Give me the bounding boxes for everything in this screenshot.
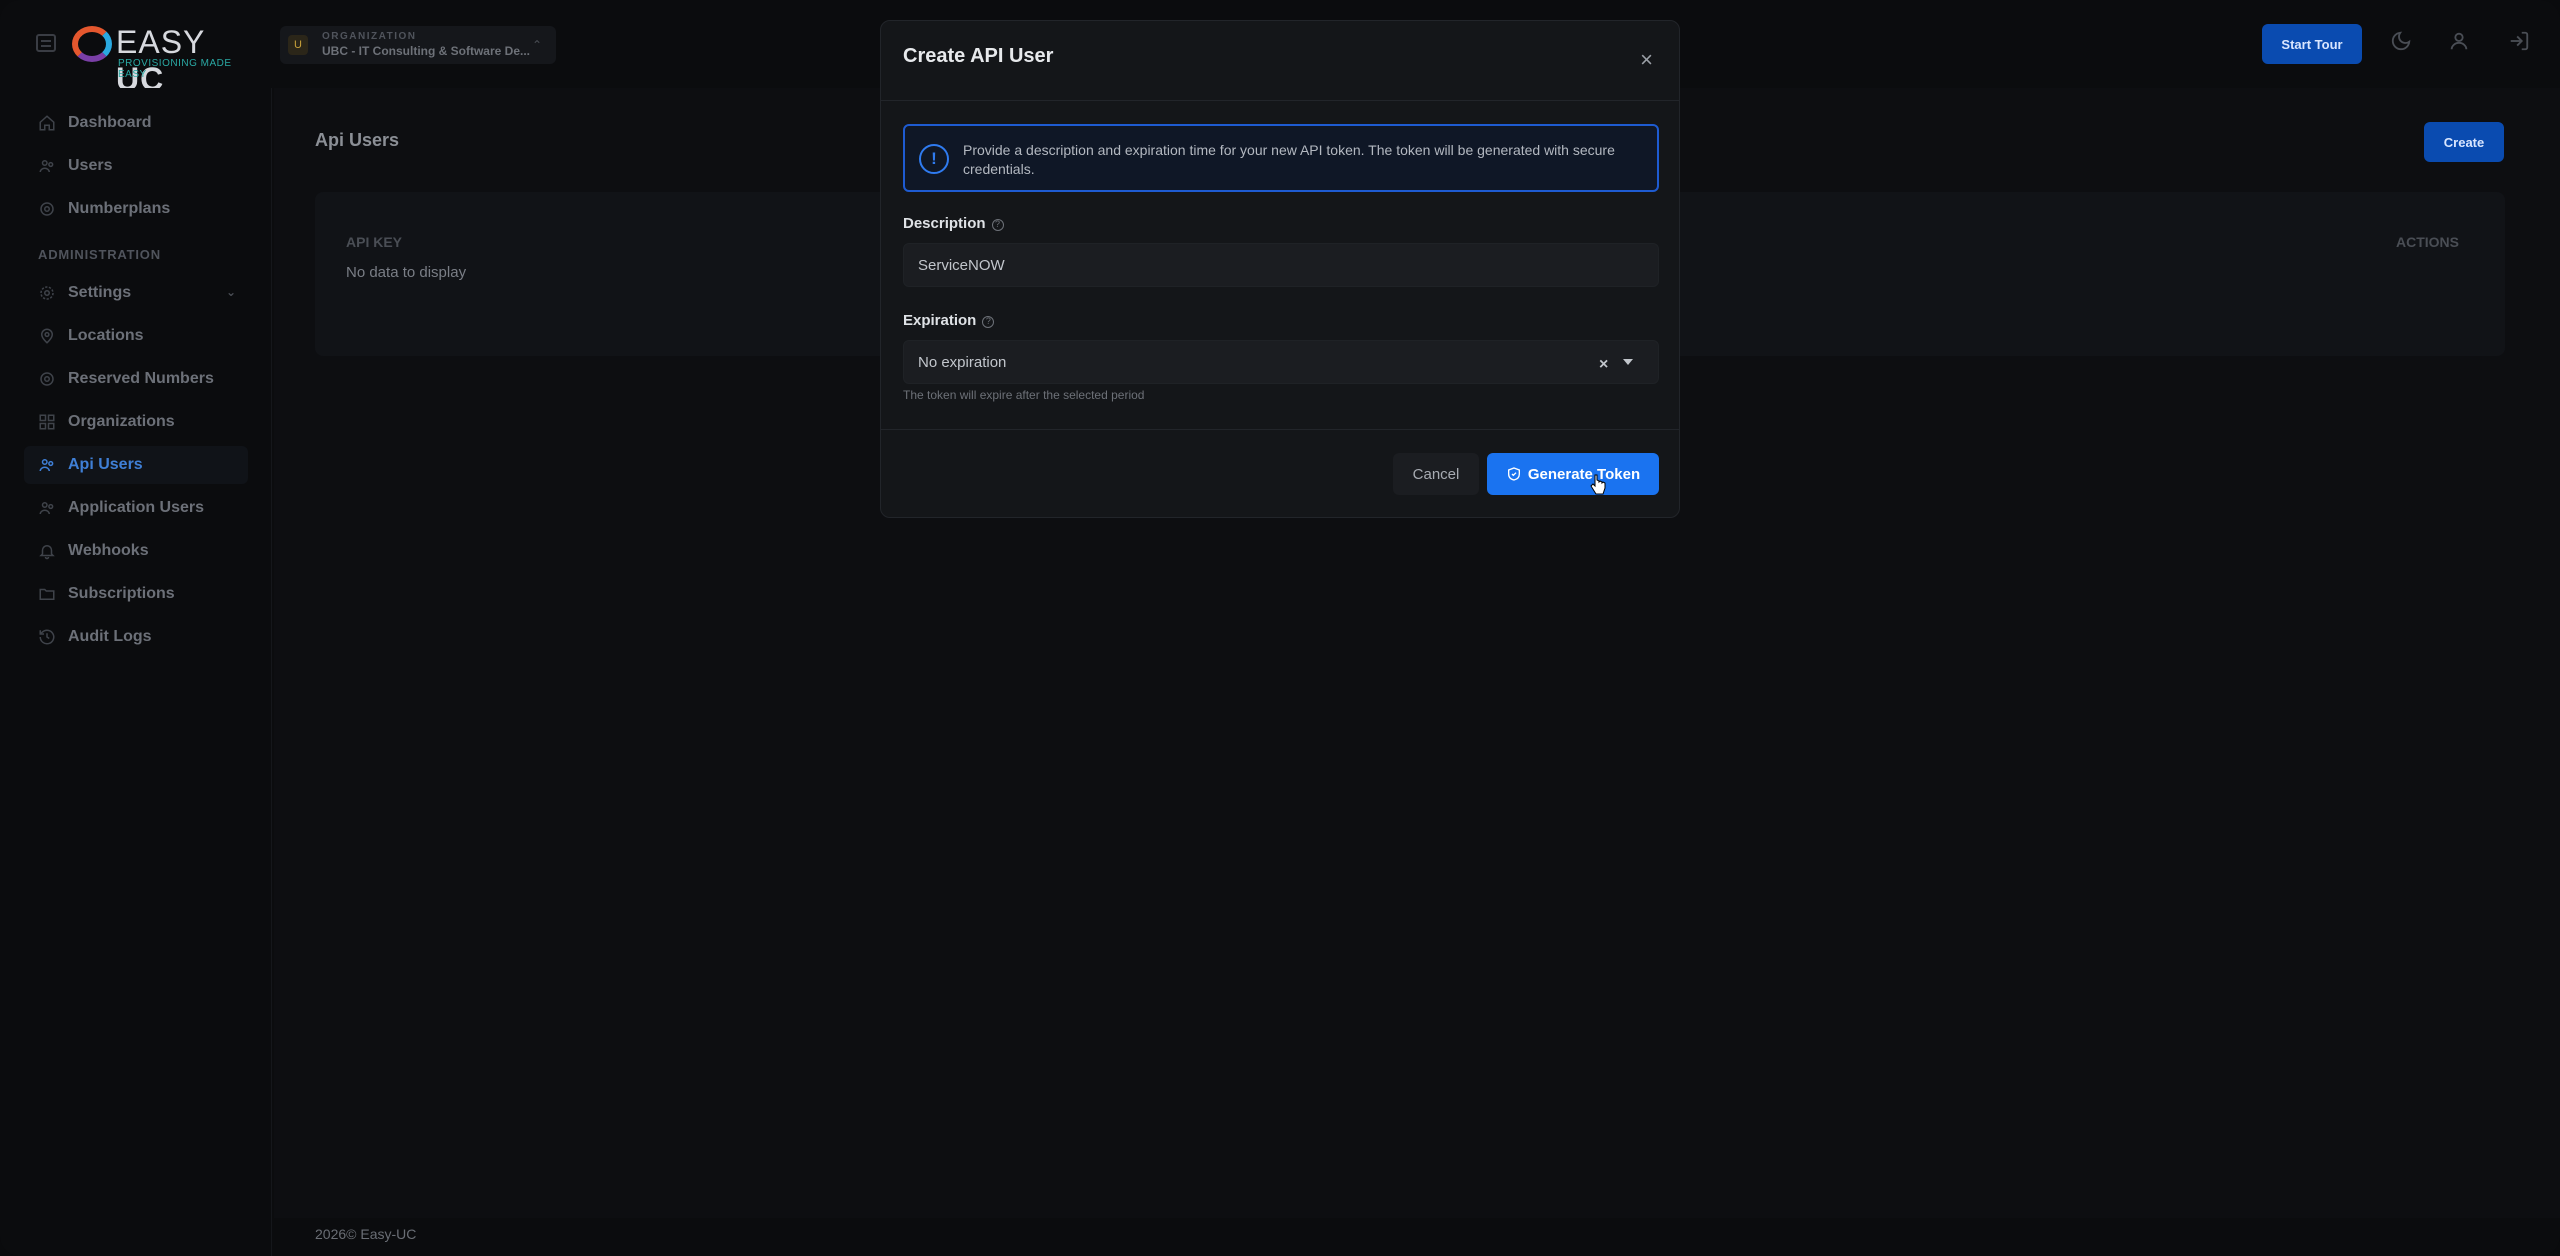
info-text: Provide a description and expiration tim… (963, 142, 1615, 177)
close-icon[interactable]: × (1640, 47, 1653, 73)
dialog-title: Create API User (903, 45, 1054, 67)
generate-token-label: Generate Token (1527, 465, 1641, 483)
shield-check-icon (1506, 466, 1522, 482)
info-alert: ! Provide a description and expiration t… (903, 124, 1659, 192)
expiration-select[interactable] (903, 340, 1659, 384)
expiration-hint: The token will expire after the selected… (903, 388, 1145, 402)
cancel-button[interactable]: Cancel (1393, 453, 1479, 495)
help-icon[interactable]: ? (982, 316, 995, 328)
pointer-cursor-icon (1590, 474, 1606, 496)
modal-overlay: Create API User × ! Provide a descriptio… (0, 0, 2560, 1256)
help-icon[interactable]: ? (991, 219, 1004, 231)
app-window: EASY UC PROVISIONING MADE EASY U ORGANIZ… (0, 0, 2560, 1256)
description-input[interactable] (903, 243, 1659, 287)
expiration-label: Expiration? (903, 312, 995, 329)
dialog-divider (881, 429, 1679, 430)
generate-token-button[interactable]: Generate Token (1487, 453, 1659, 495)
caret-down-icon[interactable] (1623, 359, 1633, 365)
dialog-header: Create API User × (881, 21, 1679, 101)
create-api-user-dialog: Create API User × ! Provide a descriptio… (880, 20, 1680, 518)
info-icon: ! (919, 144, 949, 174)
description-label: Description? (903, 215, 1004, 232)
clear-icon[interactable]: × (1599, 356, 1608, 374)
